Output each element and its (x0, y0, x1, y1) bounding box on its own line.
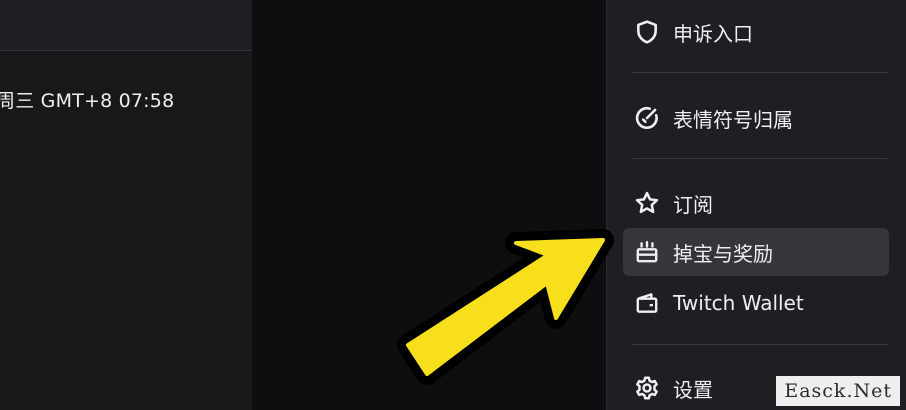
menu-item-label: 表情符号归属 (673, 107, 793, 132)
menu-divider (633, 72, 887, 73)
emote-ownership-icon (633, 104, 661, 132)
menu-item-label: 掉宝与奖励 (673, 241, 773, 266)
wallet-icon (633, 289, 661, 317)
menu-item-label: 设置 (673, 377, 713, 402)
watermark: Easck.Net (776, 376, 900, 406)
menu-divider (633, 344, 887, 345)
shield-icon (633, 18, 661, 46)
star-icon (633, 189, 661, 217)
screenshot-stage: 周三 GMT+8 07:58 申诉入口 表情符号归属 订阅 掉宝与奖励 Twit… (0, 0, 906, 410)
menu-item-label: 订阅 (673, 192, 713, 217)
timestamp-text: 周三 GMT+8 07:58 (0, 90, 175, 112)
menu-divider (633, 158, 887, 159)
drops-rewards-icon (633, 238, 661, 266)
menu-item-subscriptions[interactable]: 订阅 (623, 179, 889, 227)
left-panel: 周三 GMT+8 07:58 (0, 0, 252, 410)
left-panel-header (0, 0, 252, 51)
content-area (252, 0, 606, 410)
menu-item-emote-ownership[interactable]: 表情符号归属 (623, 94, 889, 142)
menu-item-label: Twitch Wallet (673, 291, 804, 315)
gear-icon (633, 374, 661, 402)
user-dropdown-menu: 申诉入口 表情符号归属 订阅 掉宝与奖励 Twitch Wallet 设置 (606, 0, 906, 410)
menu-item-twitch-wallet[interactable]: Twitch Wallet (623, 279, 889, 327)
menu-item-label: 申诉入口 (673, 21, 753, 46)
menu-item-drops-rewards[interactable]: 掉宝与奖励 (623, 228, 889, 276)
menu-item-appeals[interactable]: 申诉入口 (623, 8, 889, 56)
